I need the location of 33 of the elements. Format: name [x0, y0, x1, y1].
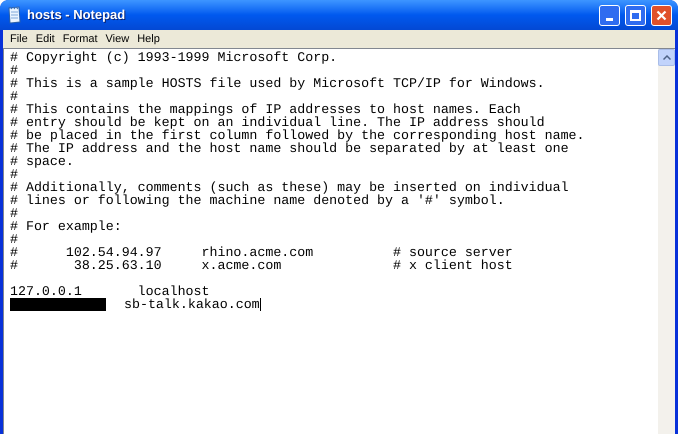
- text-line: # entry should be kept on an individual line. The IP address should: [10, 116, 545, 129]
- text-line: # 38.25.63.10 x.acme.com # x client host: [10, 259, 513, 272]
- window-title: hosts - Notepad: [27, 6, 126, 24]
- vertical-scrollbar[interactable]: [658, 49, 675, 434]
- scroll-up-button[interactable]: [658, 49, 675, 66]
- menu-item[interactable]: View: [102, 30, 134, 48]
- chevron-up-icon: [662, 55, 670, 60]
- text-line: #: [10, 207, 18, 220]
- text-line: #: [10, 233, 18, 246]
- text-line: # The IP address and the host name should be separated by at least one: [10, 142, 569, 155]
- text-line: #: [10, 64, 18, 77]
- close-icon: [656, 10, 667, 20]
- text-line: # be placed in the first column followed by the corresponding host name.: [10, 129, 585, 142]
- text-line: # Copyright (c) 1993-1999 Microsoft Corp.: [10, 51, 338, 64]
- text-line: #: [10, 90, 18, 103]
- menu-item[interactable]: Help: [133, 30, 164, 48]
- text-line: #: [10, 168, 18, 181]
- menu-item[interactable]: File: [6, 30, 32, 48]
- text-line: 127.0.0.1 localhost: [10, 285, 210, 298]
- menu-item[interactable]: Format: [58, 30, 102, 48]
- text-line: # This is a sample HOSTS file used by Microsoft TCP/IP for Windows.: [10, 77, 545, 90]
- text-line: # lines or following the machine name denoted by a '#' symbol.: [10, 194, 505, 207]
- menu-item[interactable]: Edit: [32, 30, 59, 48]
- text-line: sb-talk.kakao.com: [124, 298, 260, 311]
- notepad-icon: [6, 6, 22, 24]
- maximize-button[interactable]: [625, 4, 646, 26]
- minimize-button[interactable]: [599, 4, 620, 26]
- text-line: # This contains the mappings of IP addresses to host names. Each: [10, 103, 521, 116]
- text-line: # Additionally, comments (such as these) may be inserted on individual: [10, 181, 569, 194]
- text-line: # 102.54.94.97 rhino.acme.com # source server: [10, 246, 513, 259]
- text-line: # space.: [10, 155, 74, 168]
- close-button[interactable]: [651, 4, 672, 26]
- text-line: # For example:: [10, 220, 122, 233]
